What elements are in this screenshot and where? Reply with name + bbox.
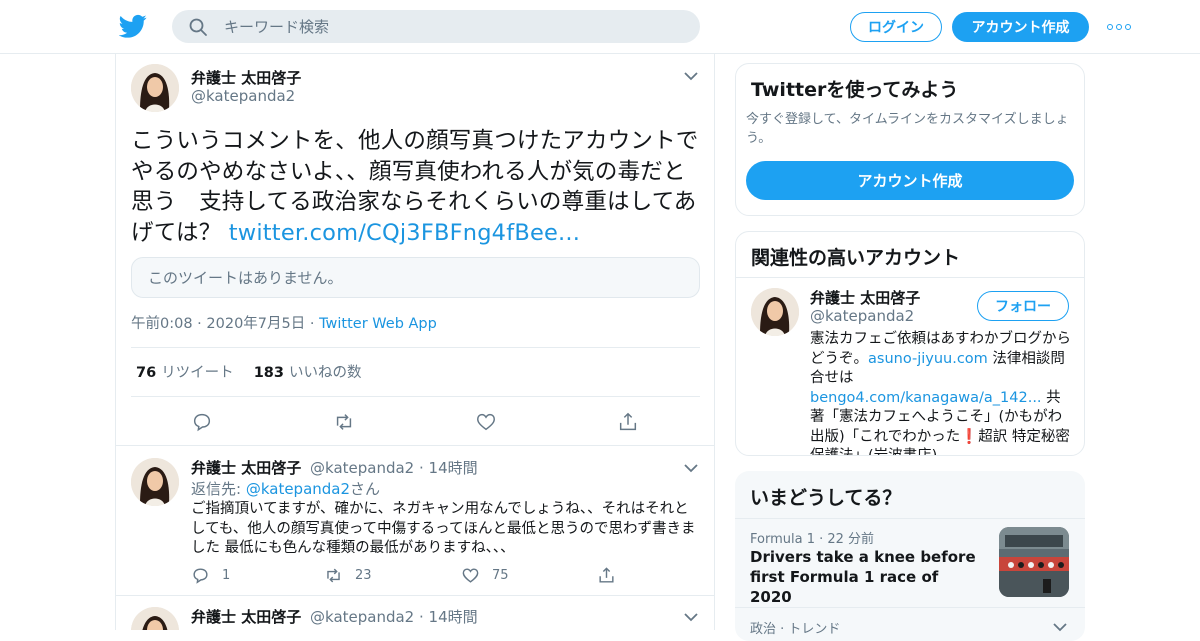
avatar[interactable] (751, 288, 799, 336)
reply-time[interactable]: 14時間 (429, 608, 478, 626)
retweet-stat[interactable]: 76 リツイート (136, 361, 234, 382)
related-account-bio: 憲法カフェご依頼はあすわかブログからどうぞ。asuno-jiyuu.com 法律… (810, 330, 1074, 455)
retweet-count: 76 (136, 365, 157, 381)
author-handle[interactable]: @katepanda2 (310, 608, 414, 626)
reply-to-suffix: さん (350, 480, 381, 498)
author-handle[interactable]: @katepanda2 (191, 87, 295, 105)
focal-tweet: 弁護士 太田啓子 @katepanda2 こういうコメントを、他人の顔写真つけた… (116, 54, 714, 446)
tweet-date[interactable]: 2020年7月5日 (206, 316, 305, 332)
create-account-button[interactable]: アカウント作成 (746, 161, 1074, 200)
retweet-action[interactable]: 23 (324, 566, 372, 585)
tweet-text: こういうコメントを、他人の顔写真つけたアカウントでやるのやめなさいよ、、顔写真使… (131, 126, 706, 248)
unavailable-quote-card: このツイートはありません。 (131, 257, 700, 298)
trend-headline[interactable]: Drivers take a knee before first Formula… (750, 547, 980, 607)
trends-title: いまどうしてる？ (750, 487, 902, 509)
related-accounts-card: 関連性の高いアカウント 弁護士 太田啓子 @katepanda2 フォロー 憲法… (735, 231, 1085, 456)
search-icon (189, 18, 207, 36)
retweet-icon[interactable] (333, 411, 355, 433)
reply-to-line: 返信先: @katepanda2さん (191, 478, 380, 499)
retweet-label: リツイート (161, 365, 234, 381)
like-count: 75 (492, 568, 509, 583)
avatar[interactable] (131, 64, 179, 112)
reply-time[interactable]: 14時間 (429, 459, 478, 477)
reply-tweet[interactable]: 弁護士 太田啓子 @katepanda2 · 14時間 (116, 596, 714, 630)
author-name[interactable]: 弁護士 太田啓子 (191, 608, 301, 626)
divider (735, 518, 1085, 519)
reply-to-label: 返信先: (191, 480, 246, 498)
trend-meta: Formula 1 · 22 分前 (750, 532, 875, 547)
follow-button[interactable]: フォロー (977, 291, 1069, 321)
signup-card-title: Twitterを使ってみよう (751, 79, 959, 101)
trends-card: いまどうしてる？ Formula 1 · 22 分前 Drivers take … (735, 471, 1085, 641)
chevron-down-icon[interactable] (684, 463, 698, 473)
reply-icon[interactable] (191, 411, 213, 433)
exclamation-icon: ❗ (960, 428, 979, 445)
signup-card: Twitterを使ってみよう 今すぐ登録して、タイムラインをカスタマイズしましょ… (735, 63, 1085, 216)
reply-icon (193, 568, 208, 584)
bio-link[interactable]: bengo4.com/kanagawa/a_142... (810, 390, 1042, 406)
heart-icon (462, 568, 479, 583)
like-label: いいねの数 (288, 365, 362, 381)
trend-time: 22 分前 (827, 532, 875, 547)
heart-icon[interactable] (475, 411, 497, 433)
share-icon (599, 567, 614, 583)
related-account-name[interactable]: 弁護士 太田啓子 (810, 287, 920, 308)
bio-link[interactable]: asuno-jiyuu.com (868, 351, 988, 367)
tweet-actions (191, 411, 671, 433)
signup-card-description: 今すぐ登録して、タイムラインをカスタマイズしましょう。 (746, 112, 1069, 146)
tweet-stats: 76 リツイート 183 いいねの数 (136, 361, 361, 382)
author-handle[interactable]: @katepanda2 (310, 459, 414, 477)
retweet-icon (327, 568, 340, 583)
reply-tweet[interactable]: 弁護士 太田啓子 @katepanda2 · 14時間 返信先: @katepa… (116, 447, 714, 596)
twitter-bird-logo[interactable] (119, 12, 147, 40)
trend-category: Formula 1 (750, 532, 815, 547)
reply-actions: 1 23 75 (191, 566, 641, 584)
avatar[interactable] (131, 458, 179, 506)
retweet-count: 23 (355, 568, 372, 583)
divider (131, 347, 700, 348)
reply-header: 弁護士 太田啓子 @katepanda2 · 14時間 (191, 608, 478, 626)
divider (735, 607, 1085, 608)
reply-count: 1 (222, 568, 231, 583)
tweet-source[interactable]: Twitter Web App (319, 316, 437, 332)
tweet-link[interactable]: twitter.com/CQj3FBFng4fBee... (229, 220, 580, 246)
author-name[interactable]: 弁護士 太田啓子 (191, 459, 301, 477)
reply-to-handle[interactable]: @katepanda2 (246, 480, 350, 498)
share-action[interactable] (597, 566, 616, 585)
tweet-timestamp: 午前0:08 · 2020年7月5日 · Twitter Web App (131, 316, 437, 332)
search-input[interactable] (224, 17, 664, 36)
search-bar[interactable] (172, 10, 700, 43)
related-accounts-title: 関連性の高いアカウント (751, 247, 961, 269)
like-count: 183 (253, 365, 284, 381)
chevron-down-icon[interactable] (684, 71, 698, 81)
main-timeline: 弁護士 太田啓子 @katepanda2 こういうコメントを、他人の顔写真つけた… (115, 54, 715, 630)
chevron-down-icon[interactable] (684, 612, 698, 622)
author-name[interactable]: 弁護士 太田啓子 (191, 67, 301, 88)
trend-category: 政治 · トレンド (750, 622, 841, 637)
chevron-down-icon[interactable] (1053, 622, 1067, 632)
trend-thumbnail[interactable] (999, 527, 1069, 597)
reply-text: ご指摘頂いてますが、確かに、ネガキャン用なんでしょうね、、それはそれとしても、他… (191, 501, 696, 556)
like-stat[interactable]: 183 いいねの数 (254, 361, 362, 382)
related-account-handle[interactable]: @katepanda2 (810, 307, 914, 325)
avatar[interactable] (131, 607, 179, 630)
reply-action[interactable]: 1 (191, 566, 230, 585)
tweet-time[interactable]: 午前0:08 (131, 316, 193, 332)
top-navigation-bar: ログイン アカウント作成 (0, 0, 1200, 54)
login-button[interactable]: ログイン (850, 12, 942, 42)
divider (736, 277, 1084, 278)
signup-button[interactable]: アカウント作成 (952, 12, 1089, 42)
share-icon[interactable] (617, 411, 639, 433)
reply-header: 弁護士 太田啓子 @katepanda2 · 14時間 (191, 459, 478, 477)
more-options-icon[interactable] (1107, 22, 1131, 32)
divider (131, 396, 700, 397)
like-action[interactable]: 75 (461, 566, 509, 585)
